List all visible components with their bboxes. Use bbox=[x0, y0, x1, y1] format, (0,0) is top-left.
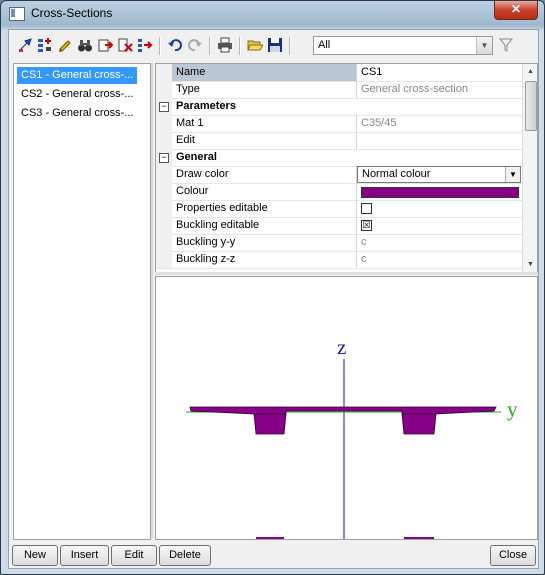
properties-editable-checkbox[interactable] bbox=[361, 203, 372, 214]
toolbar-separator bbox=[159, 37, 161, 55]
undo-icon[interactable] bbox=[167, 37, 183, 53]
prop-mat-value: C35/45 bbox=[361, 117, 397, 129]
chevron-down-icon[interactable]: ▼ bbox=[505, 167, 520, 182]
cross-section-flange bbox=[189, 406, 497, 415]
list-item[interactable]: CS1 - General cross-... bbox=[17, 67, 138, 84]
chevron-down-icon[interactable]: ▼ bbox=[476, 37, 492, 54]
prop-draw-color-label: Draw color bbox=[176, 168, 229, 180]
toolbar-separator bbox=[239, 37, 241, 55]
prop-row-edit[interactable]: Edit bbox=[156, 132, 522, 150]
prop-type-value: General cross-section bbox=[361, 83, 468, 95]
colour-swatch[interactable] bbox=[361, 187, 519, 198]
prop-row-buckling-zz[interactable]: Buckling z-z c bbox=[156, 251, 522, 269]
general-header: General bbox=[176, 151, 217, 163]
export-icon[interactable] bbox=[97, 37, 113, 53]
prop-buckling-editable-label: Buckling editable bbox=[176, 219, 260, 231]
draw-color-value: Normal colour bbox=[362, 168, 431, 180]
prop-row-mat1[interactable]: Mat 1 C35/45 bbox=[156, 115, 522, 133]
pick-icon[interactable] bbox=[17, 37, 33, 53]
prop-group-parameters[interactable]: − Parameters bbox=[156, 98, 522, 116]
toolbar: All ▼ bbox=[9, 30, 538, 60]
insert-button[interactable]: Insert bbox=[60, 545, 109, 566]
prop-row-buckling-editable[interactable]: Buckling editable ☒ bbox=[156, 217, 522, 235]
y-axis-label: y bbox=[507, 397, 518, 421]
vertical-splitter[interactable] bbox=[151, 63, 153, 538]
edit-pencil-icon[interactable] bbox=[57, 37, 73, 53]
preview-canvas bbox=[186, 359, 501, 539]
z-axis-label: z bbox=[337, 335, 347, 359]
draw-color-dropdown[interactable]: Normal colour ▼ bbox=[357, 166, 521, 183]
prop-group-general[interactable]: − General bbox=[156, 149, 522, 167]
binoculars-icon[interactable] bbox=[77, 37, 93, 53]
delete-icon[interactable] bbox=[117, 37, 133, 53]
list-icon[interactable] bbox=[137, 37, 153, 53]
scroll-thumb[interactable] bbox=[525, 81, 537, 131]
funnel-icon[interactable] bbox=[498, 37, 514, 53]
window-icon bbox=[9, 7, 25, 21]
prop-row-draw-color[interactable]: Draw color Normal colour ▼ bbox=[156, 166, 522, 184]
collapse-icon[interactable]: − bbox=[159, 153, 169, 163]
cross-section-web-left bbox=[253, 413, 287, 435]
prop-row-type[interactable]: Type General cross-section bbox=[156, 81, 522, 99]
open-folder-icon[interactable] bbox=[247, 37, 263, 53]
list-item[interactable]: CS3 - General cross-... bbox=[17, 105, 137, 122]
cross-section-bottom-right bbox=[404, 537, 434, 539]
prop-row-name[interactable]: Name CS1 bbox=[156, 64, 522, 82]
cross-section-list[interactable]: CS1 - General cross-... CS2 - General cr… bbox=[13, 63, 151, 540]
prop-buckling-yy-value: c bbox=[361, 236, 367, 248]
prop-row-colour[interactable]: Colour bbox=[156, 183, 522, 201]
prop-name-value[interactable]: CS1 bbox=[361, 66, 382, 78]
prop-buckling-yy-label: Buckling y-y bbox=[176, 236, 236, 248]
edit-button[interactable]: Edit bbox=[111, 545, 157, 566]
window-close-button[interactable]: ✕ bbox=[494, 1, 538, 20]
cross-sections-window: Cross-Sections ✕ All ▼ CS1 - General cro… bbox=[0, 0, 545, 575]
prop-row-buckling-yy[interactable]: Buckling y-y c bbox=[156, 234, 522, 252]
prop-row-properties-editable[interactable]: Properties editable bbox=[156, 200, 522, 218]
prop-colour-label: Colour bbox=[176, 185, 209, 197]
cross-section-preview: z y bbox=[155, 276, 538, 540]
prop-name-label: Name bbox=[176, 66, 206, 78]
delete-button[interactable]: Delete bbox=[159, 545, 211, 566]
toolbar-separator bbox=[209, 37, 211, 55]
toolbar-separator bbox=[289, 37, 291, 55]
client-area: All ▼ CS1 - General cross-... CS2 - Gene… bbox=[8, 29, 539, 569]
horizontal-splitter[interactable] bbox=[155, 272, 538, 275]
prop-mat-label: Mat 1 bbox=[176, 117, 204, 129]
property-grid: Name CS1 Type General cross-section − Pa… bbox=[155, 63, 538, 273]
parameters-header: Parameters bbox=[176, 100, 236, 112]
prop-buckling-zz-value: c bbox=[361, 253, 367, 265]
prop-buckling-zz-label: Buckling z-z bbox=[176, 253, 236, 265]
scroll-down-icon[interactable]: ▼ bbox=[523, 257, 537, 272]
filter-combo[interactable]: All ▼ bbox=[313, 36, 493, 55]
property-scrollbar[interactable]: ▲ ▼ bbox=[522, 64, 537, 272]
close-button[interactable]: Close bbox=[490, 545, 536, 566]
new-button[interactable]: New bbox=[12, 545, 58, 566]
redo-icon[interactable] bbox=[187, 37, 203, 53]
window-title: Cross-Sections bbox=[31, 6, 113, 20]
prop-edit-label: Edit bbox=[176, 134, 195, 146]
scroll-up-icon[interactable]: ▲ bbox=[523, 64, 537, 79]
filter-select-icon[interactable] bbox=[37, 37, 53, 53]
prop-props-editable-label: Properties editable bbox=[176, 202, 268, 214]
collapse-icon[interactable]: − bbox=[159, 102, 169, 112]
list-item[interactable]: CS2 - General cross-... bbox=[17, 86, 137, 103]
cross-section-bottom-left bbox=[256, 537, 284, 539]
title-bar[interactable]: Cross-Sections ✕ bbox=[1, 1, 544, 27]
print-icon[interactable] bbox=[217, 37, 233, 53]
save-icon[interactable] bbox=[267, 37, 283, 53]
cross-section-web-right bbox=[401, 413, 437, 435]
prop-type-label: Type bbox=[176, 83, 200, 95]
buckling-editable-checkbox[interactable]: ☒ bbox=[361, 220, 372, 231]
filter-value: All bbox=[318, 39, 331, 51]
